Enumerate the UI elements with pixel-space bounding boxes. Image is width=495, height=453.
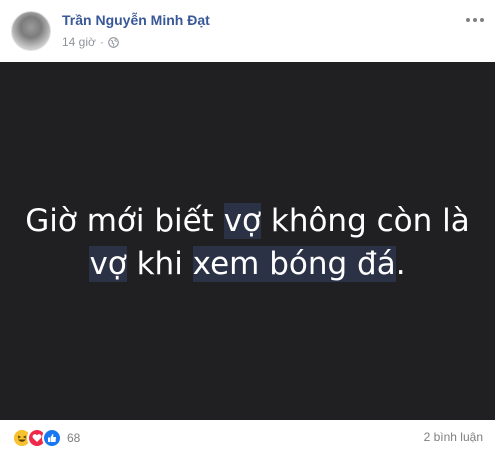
reactions-summary[interactable]: 68: [12, 428, 80, 448]
image-text-line-2: vợ khi xem bóng đá.: [89, 246, 406, 282]
post-footer: 68 2 bình luận: [0, 420, 495, 453]
meta-separator: ·: [99, 35, 104, 49]
post-image[interactable]: Giờ mới biết vợ không còn là vợ khi xem …: [0, 62, 495, 420]
comment-count[interactable]: 2 bình luận: [424, 430, 483, 444]
post-time[interactable]: 14 giờ: [62, 35, 96, 49]
image-text: Giờ mới biết vợ không còn là vợ khi xem …: [0, 200, 495, 286]
post-header: Trần Nguyễn Minh Đạt 14 giờ ·: [0, 0, 495, 62]
like-icon: [42, 428, 62, 448]
image-text-line-1: Giờ mới biết vợ không còn là: [25, 203, 470, 239]
globe-icon[interactable]: [108, 36, 119, 48]
author-avatar[interactable]: [11, 11, 51, 51]
author-name[interactable]: Trần Nguyễn Minh Đạt: [62, 12, 210, 28]
reaction-count: 68: [67, 431, 81, 445]
more-options-icon[interactable]: [465, 14, 485, 26]
post-meta: 14 giờ ·: [62, 35, 119, 49]
